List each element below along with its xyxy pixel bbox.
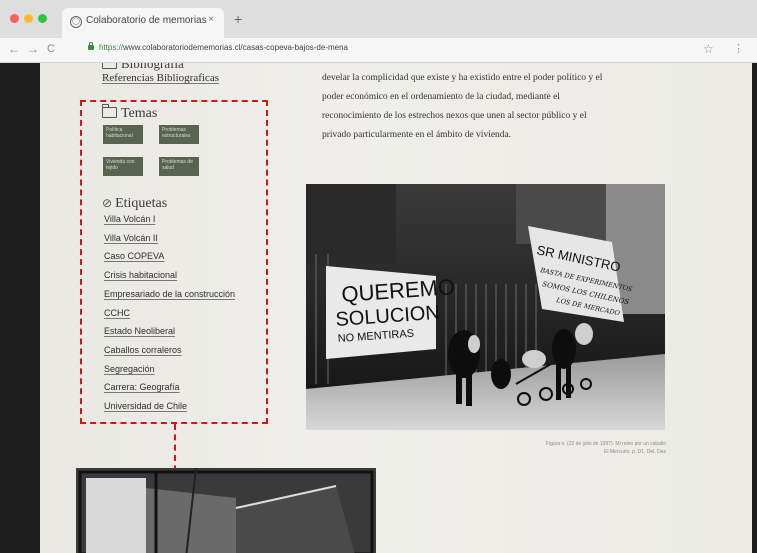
lock-icon: [88, 42, 94, 50]
browser-tab-bar: ◯ Colaboratorio de memorias × +: [0, 0, 757, 38]
second-photograph: [76, 468, 376, 553]
tag-link[interactable]: Empresariado de la construcción: [104, 289, 235, 299]
paragraph-line: develar la complicidad que existe y ha e…: [322, 73, 603, 83]
paragraph-line: privado particularmente en el ámbito de …: [322, 130, 512, 140]
folder-icon: [102, 63, 117, 69]
browser-toolbar: ← → C https://www.colaboratoriodememoria…: [0, 38, 757, 63]
minimize-window-button[interactable]: [24, 14, 33, 23]
close-tab-icon[interactable]: ×: [208, 14, 214, 25]
url-protocol: https://: [99, 43, 124, 52]
bibliography-heading: Bibliografía: [102, 63, 184, 72]
biblio-references-link[interactable]: Referencias Bibliograficas: [102, 72, 219, 84]
globe-icon: ◯: [70, 16, 82, 28]
page-viewport: Bibliografía Referencias Bibliograficas …: [0, 63, 757, 553]
tag-link[interactable]: Segregación: [104, 364, 155, 374]
second-photo-illustration: [76, 468, 376, 553]
tag-link[interactable]: CCHC: [104, 308, 130, 318]
tag-link[interactable]: Villa Volcán I: [104, 214, 155, 224]
browser-tab[interactable]: ◯ Colaboratorio de memorias ×: [62, 8, 224, 38]
photo-caption: Figura n. (22 de julio de 1997). Mi rein…: [470, 440, 666, 456]
bookmark-star-icon[interactable]: ☆: [703, 42, 714, 56]
caption-line: El Mercurio, p. D1. Del. Dez: [604, 449, 666, 455]
tab-title: Colaboratorio de memorias: [86, 15, 207, 26]
paper-page: Bibliografía Referencias Bibliograficas …: [40, 63, 752, 553]
new-tab-button[interactable]: +: [234, 12, 242, 26]
address-bar[interactable]: https://www.colaboratoriodememorias.cl/c…: [99, 43, 348, 52]
tag-link[interactable]: Caso COPEVA: [104, 251, 164, 261]
back-arrow-icon[interactable]: ←: [8, 42, 20, 56]
browser-menu-icon[interactable]: ⋮: [733, 42, 744, 55]
maximize-window-button[interactable]: [38, 14, 47, 23]
paragraph-line: reconocimiento de los estrechos nexos qu…: [322, 111, 587, 121]
reload-icon[interactable]: C: [47, 42, 55, 56]
tag-link[interactable]: Carrera: Geografía: [104, 382, 180, 392]
paragraph-line: poder económico en el ordenamiento de la…: [322, 92, 560, 102]
article-paragraph: develar la complicidad que existe y ha e…: [322, 69, 642, 145]
highlight-annotation-box: [80, 100, 268, 424]
caption-line: Figura n. (22 de julio de 1997). Mi rein…: [545, 441, 666, 447]
tag-link[interactable]: Universidad de Chile: [104, 401, 187, 411]
url-path: www.colaboratoriodememorias.cl/casas-cop…: [123, 43, 349, 52]
protest-photo-illustration: QUEREMO SOLUCION NO MENTIRAS SR MINISTRO…: [306, 184, 665, 430]
tag-link[interactable]: Villa Volcán II: [104, 233, 158, 243]
tag-link[interactable]: Crisis habitacional: [104, 270, 177, 280]
protest-photograph: QUEREMO SOLUCION NO MENTIRAS SR MINISTRO…: [306, 184, 665, 430]
tag-link[interactable]: Caballos corraleros: [104, 345, 182, 355]
tag-link[interactable]: Estado Neoliberal: [104, 326, 175, 336]
close-window-button[interactable]: [10, 14, 19, 23]
forward-arrow-icon[interactable]: →: [27, 42, 39, 56]
